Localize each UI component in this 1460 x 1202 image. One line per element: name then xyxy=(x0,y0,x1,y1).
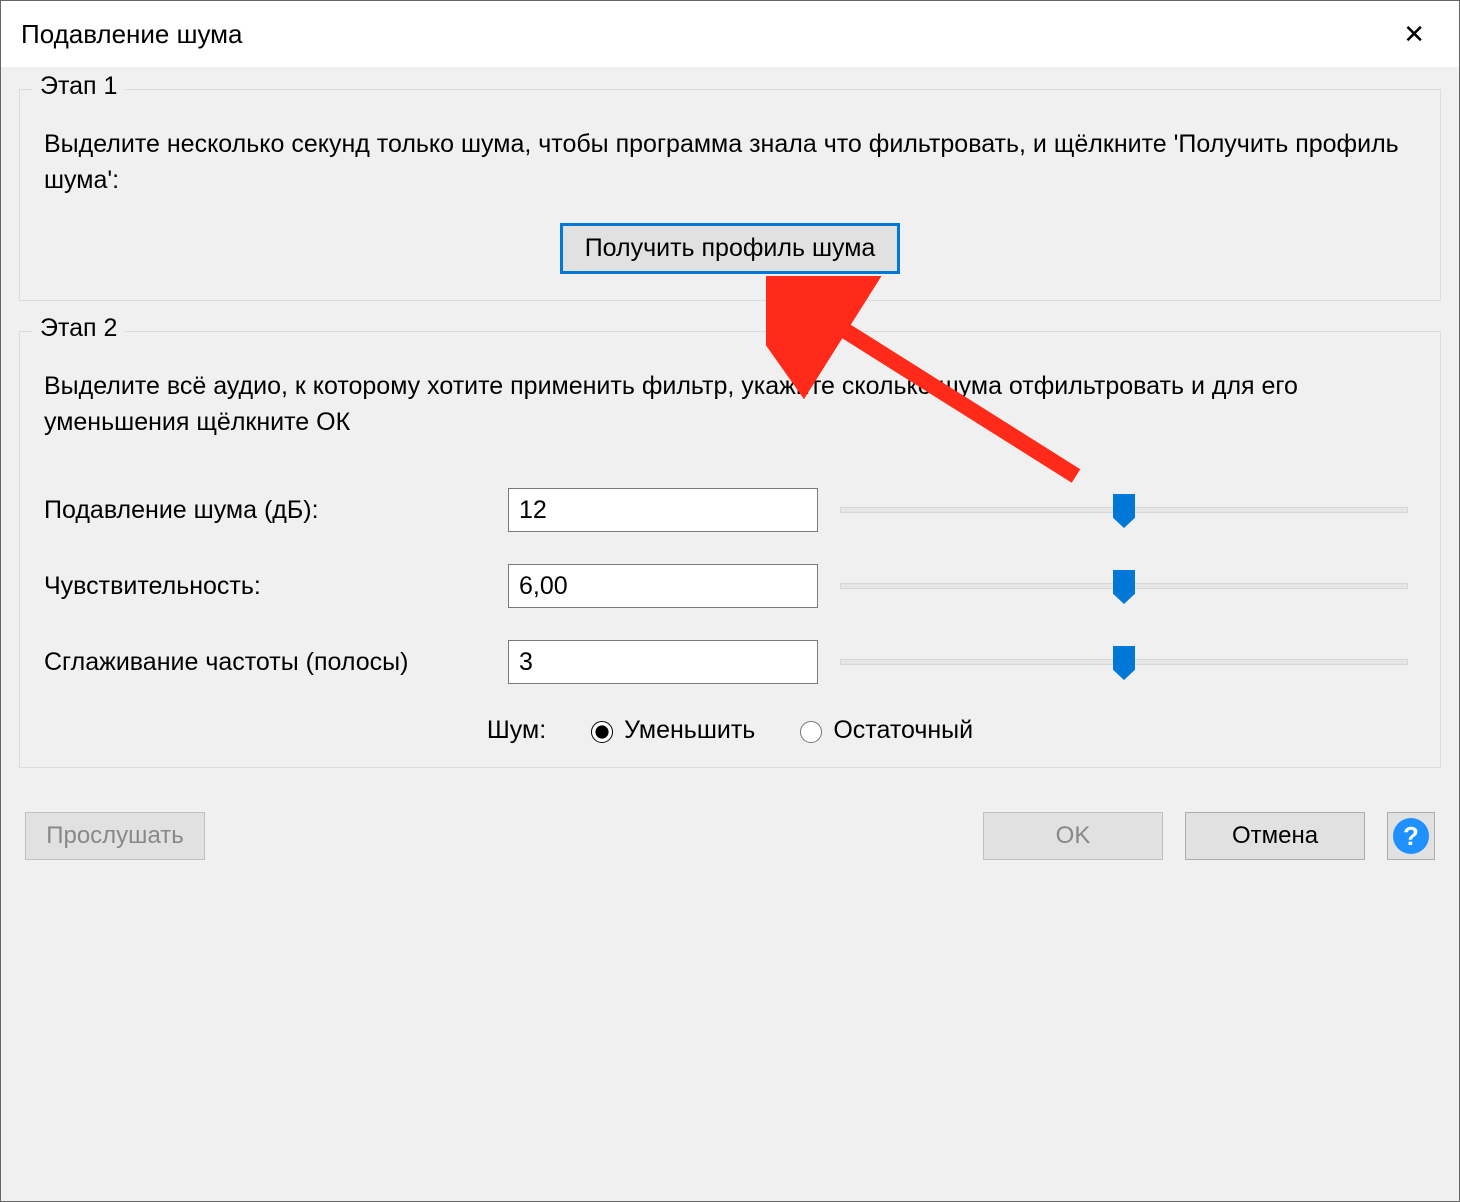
ok-button[interactable]: OK xyxy=(983,812,1163,860)
noise-residue-radio-input[interactable] xyxy=(800,721,822,743)
smoothing-input[interactable] xyxy=(508,640,818,684)
noise-reduce-radio-label: Уменьшить xyxy=(624,716,755,745)
button-bar: Прослушать OK Отмена ? xyxy=(19,812,1441,860)
step1-instruction: Выделите несколько секунд только шума, ч… xyxy=(44,126,1416,199)
get-noise-profile-button[interactable]: Получить профиль шума xyxy=(560,223,901,274)
titlebar: Подавление шума ✕ xyxy=(1,1,1459,67)
step2-instruction: Выделите всё аудио, к которому хотите пр… xyxy=(44,368,1416,441)
dialog-content: Этап 1 Выделите несколько секунд только … xyxy=(1,67,1459,1201)
smoothing-row: Сглаживание частоты (полосы) xyxy=(44,640,1416,684)
noise-reduce-radio[interactable]: Уменьшить xyxy=(586,716,755,745)
noise-residue-radio-label: Остаточный xyxy=(833,716,973,745)
noise-residue-radio[interactable]: Остаточный xyxy=(795,716,973,745)
help-button[interactable]: ? xyxy=(1387,812,1435,860)
step1-legend: Этап 1 xyxy=(32,72,125,101)
sensitivity-slider[interactable] xyxy=(832,566,1416,606)
dialog-title: Подавление шума xyxy=(21,19,243,50)
step1-group: Этап 1 Выделите несколько секунд только … xyxy=(19,89,1441,301)
sensitivity-input[interactable] xyxy=(508,564,818,608)
close-icon[interactable]: ✕ xyxy=(1389,13,1439,56)
step2-group: Этап 2 Выделите всё аудио, к которому хо… xyxy=(19,331,1441,769)
preview-button[interactable]: Прослушать xyxy=(25,812,205,860)
step2-legend: Этап 2 xyxy=(32,314,125,343)
noise-reduction-row: Подавление шума (дБ): xyxy=(44,488,1416,532)
dialog-window: Подавление шума ✕ Этап 1 Выделите нескол… xyxy=(0,0,1460,1202)
smoothing-slider[interactable] xyxy=(832,642,1416,682)
noise-reduction-input[interactable] xyxy=(508,488,818,532)
sensitivity-row: Чувствительность: xyxy=(44,564,1416,608)
noise-mode-row: Шум: Уменьшить Остаточный xyxy=(44,716,1416,745)
noise-mode-label: Шум: xyxy=(487,716,546,745)
smoothing-label: Сглаживание частоты (полосы) xyxy=(44,648,494,677)
cancel-button[interactable]: Отмена xyxy=(1185,812,1365,860)
noise-reduction-label: Подавление шума (дБ): xyxy=(44,496,494,525)
sensitivity-label: Чувствительность: xyxy=(44,572,494,601)
noise-reduction-slider[interactable] xyxy=(832,490,1416,530)
help-icon: ? xyxy=(1393,818,1429,854)
noise-reduce-radio-input[interactable] xyxy=(591,721,613,743)
